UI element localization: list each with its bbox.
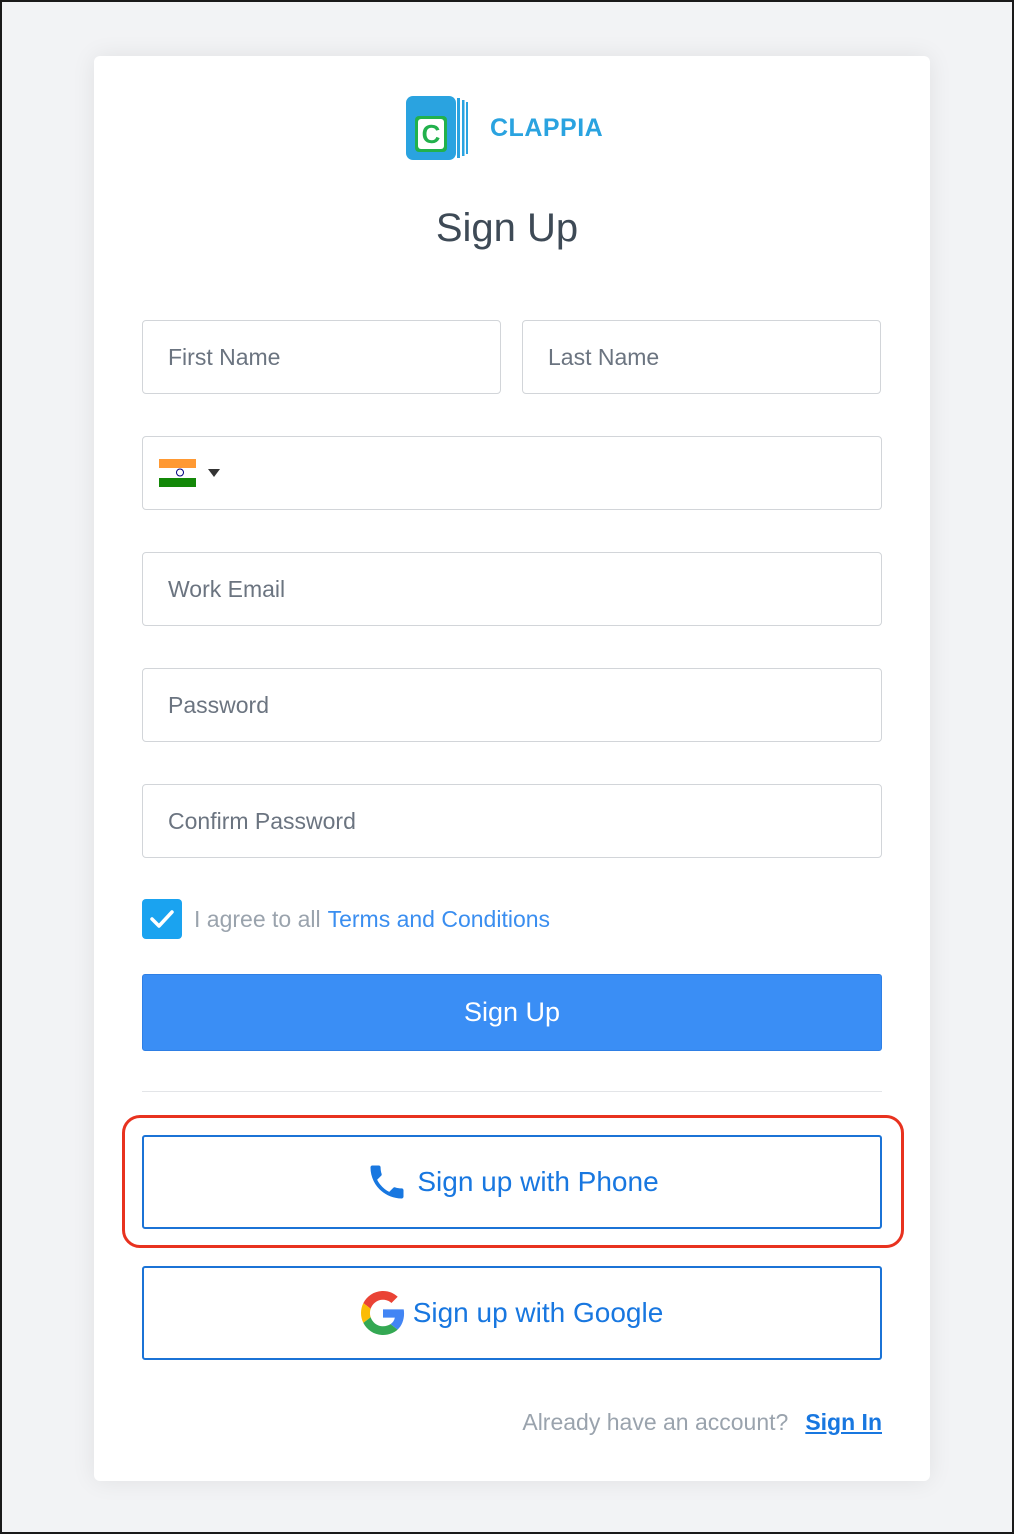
sign-up-with-phone-label: Sign up with Phone	[417, 1166, 659, 1197]
signin-prompt: Already have an account? Sign In	[522, 1409, 882, 1436]
terms-agreement: I agree to all Terms and Conditions	[142, 898, 550, 940]
signin-prompt-text: Already have an account?	[522, 1409, 789, 1435]
terms-agree-label: I agree to all	[194, 905, 321, 932]
terms-link[interactable]: Terms and Conditions	[328, 906, 550, 933]
checkmark-icon	[150, 910, 174, 928]
last-name-field[interactable]	[522, 320, 881, 394]
password-input[interactable]	[168, 669, 881, 741]
work-email-input[interactable]	[168, 553, 881, 625]
phone-input[interactable]	[236, 437, 881, 509]
sign-up-button[interactable]: Sign Up	[142, 974, 882, 1051]
password-field[interactable]	[142, 668, 882, 742]
page-title: Sign Up	[435, 206, 579, 250]
first-name-input[interactable]	[168, 321, 500, 393]
brand-logo: C CLAPPIA	[406, 96, 603, 160]
confirm-password-input[interactable]	[168, 785, 881, 857]
last-name-input[interactable]	[548, 321, 880, 393]
phone-icon	[365, 1160, 409, 1204]
divider	[142, 1091, 882, 1092]
sign-in-link[interactable]: Sign In	[805, 1409, 882, 1436]
sign-up-with-phone-button[interactable]: Sign up with Phone	[142, 1135, 882, 1229]
clappia-logo-icon: C	[406, 96, 470, 160]
chevron-down-icon[interactable]	[208, 469, 221, 477]
phone-field[interactable]	[142, 436, 882, 510]
sign-up-with-google-button[interactable]: Sign up with Google	[142, 1266, 882, 1360]
work-email-field[interactable]	[142, 552, 882, 626]
india-flag-icon[interactable]	[159, 459, 197, 487]
terms-checkbox[interactable]	[142, 899, 182, 939]
first-name-field[interactable]	[142, 320, 501, 394]
svg-text:C: C	[422, 119, 441, 149]
sign-up-with-google-label: Sign up with Google	[412, 1297, 664, 1328]
brand-name: CLAPPIA	[490, 113, 604, 142]
google-icon	[360, 1291, 405, 1335]
confirm-password-field[interactable]	[142, 784, 882, 858]
